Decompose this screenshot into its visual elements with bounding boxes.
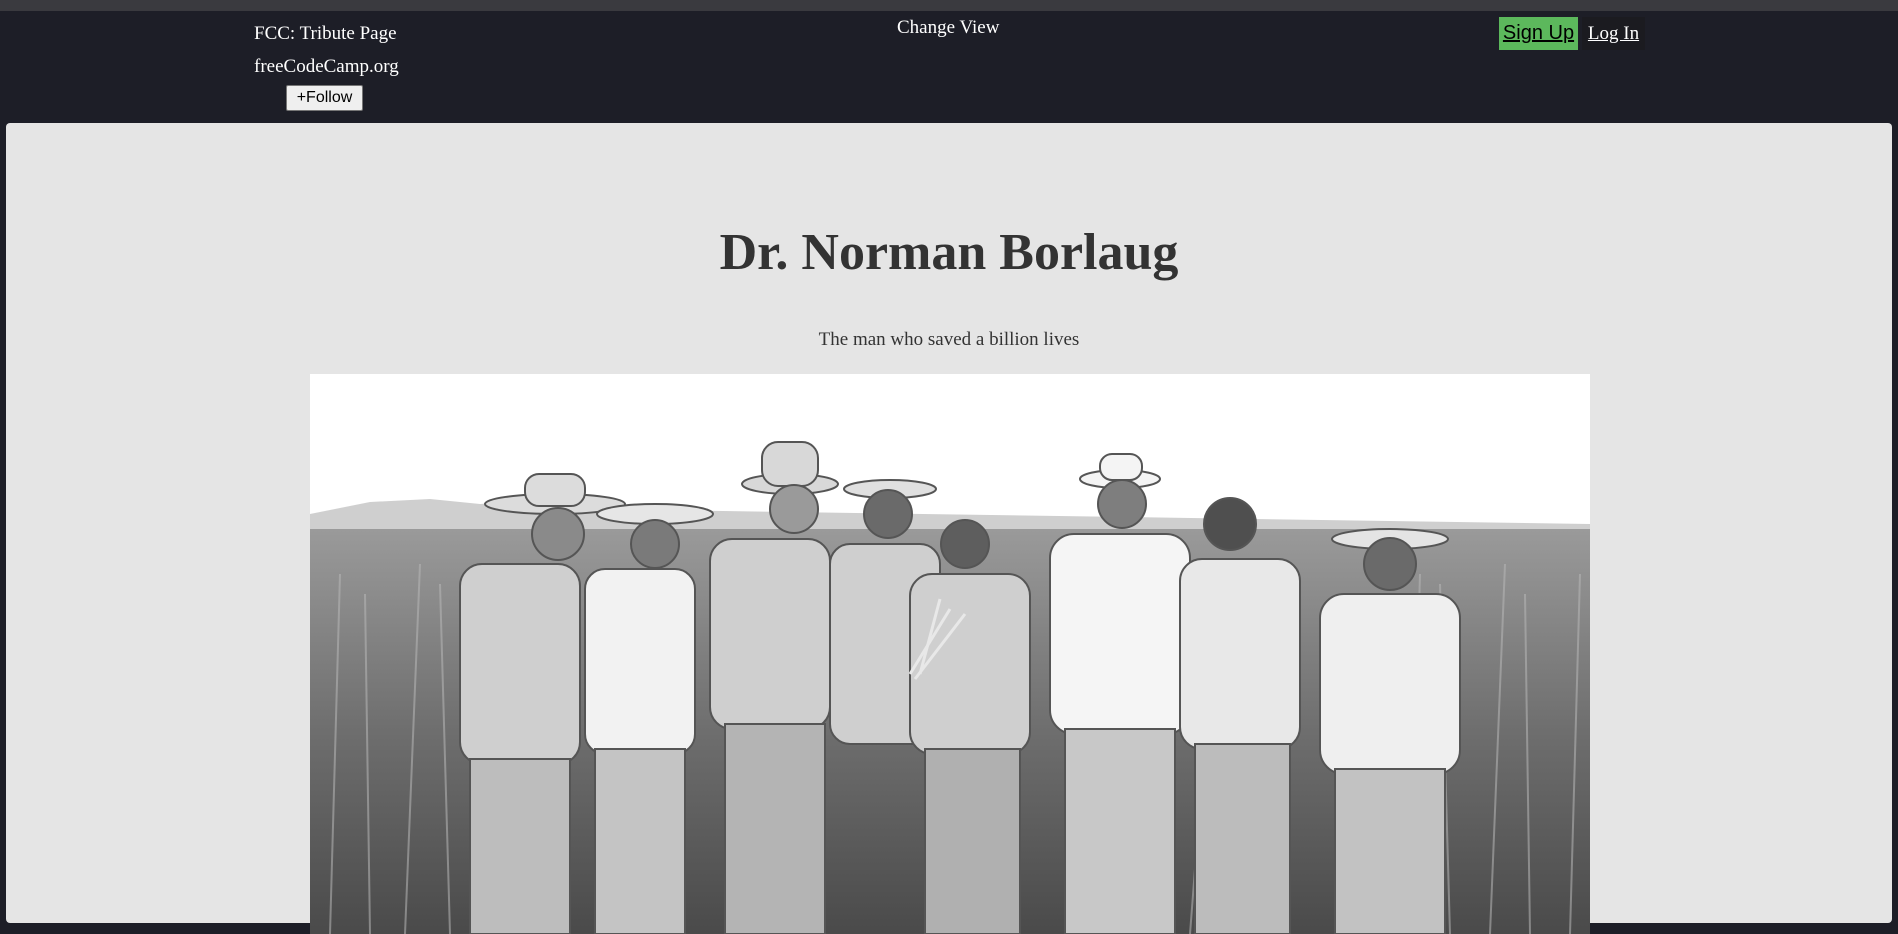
wheat-field-group-photo [310,374,1590,934]
site-header: FCC: Tribute Page freeCodeCamp.org +Foll… [0,11,1898,118]
page-title: Dr. Norman Borlaug [719,224,1179,281]
page-subtitle: The man who saved a billion lives [818,329,1080,350]
browser-top-strip [0,0,1898,11]
follow-button[interactable]: +Follow [286,85,363,111]
main-content: Dr. Norman Borlaug The man who saved a b… [6,123,1892,934]
sign-up-button[interactable]: Sign Up [1499,17,1578,50]
change-view-link[interactable]: Change View [897,17,999,39]
site-org-name: freeCodeCamp.org [254,56,399,77]
site-title: FCC: Tribute Page [254,23,397,44]
tribute-photo [310,374,1590,934]
log-in-button[interactable]: Log In [1582,17,1645,50]
